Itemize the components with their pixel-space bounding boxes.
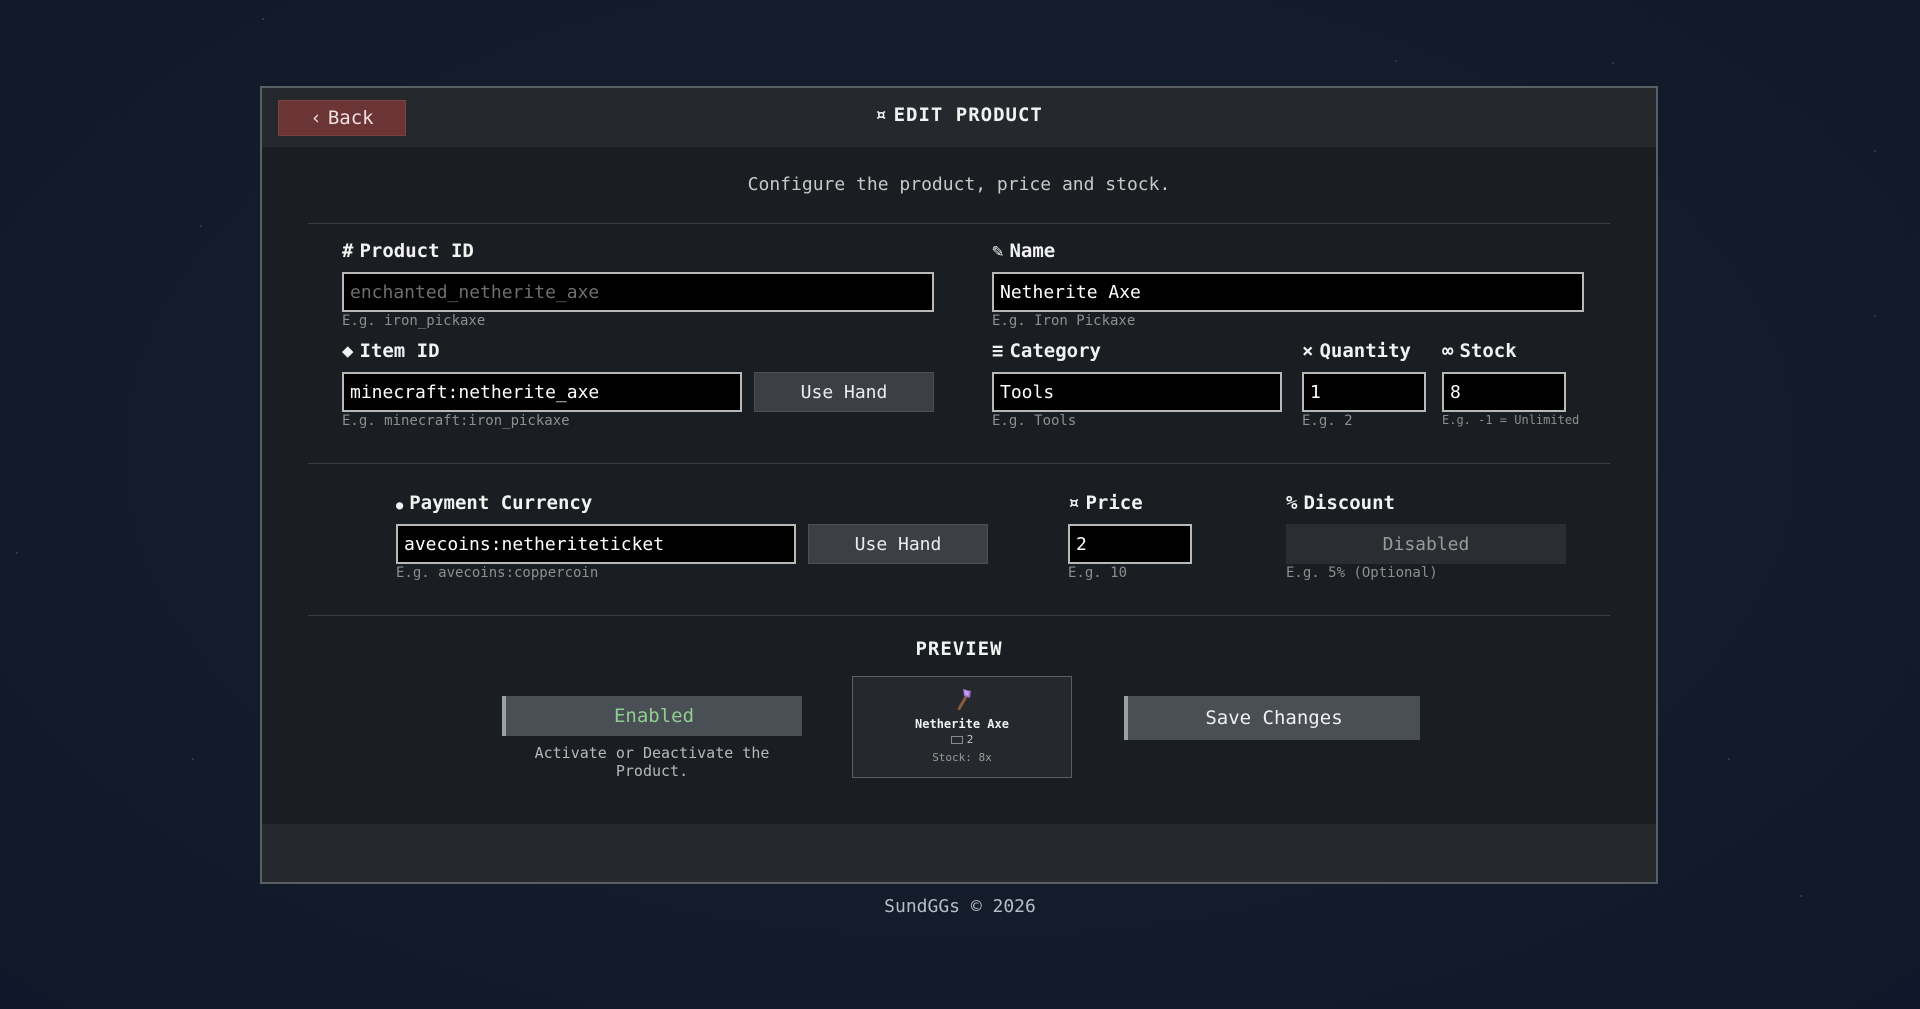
- background-star: [1395, 60, 1397, 62]
- preview-product-name: Netherite Axe: [915, 717, 1009, 731]
- background-star: [1612, 62, 1614, 64]
- preview-price-value: 2: [966, 733, 974, 746]
- item-id-input[interactable]: [342, 372, 742, 412]
- item-id-hint: E.g. minecraft:iron_pickaxe: [342, 413, 570, 429]
- price-label: ¤ Price: [1068, 492, 1143, 514]
- discount-label: % Discount: [1286, 492, 1395, 514]
- enabled-toggle-hint: Activate or Deactivate the Product.: [534, 744, 770, 780]
- product-id-label-text: Product ID: [359, 240, 474, 262]
- page-subtitle: Configure the product, price and stock.: [747, 174, 1171, 195]
- discount-hint: E.g. 5% (Optional): [1286, 565, 1438, 581]
- payment-currency-label-text: Payment Currency: [409, 492, 593, 514]
- payment-currency-label: ● Payment Currency: [396, 492, 592, 514]
- coin-icon: ¤: [875, 104, 888, 126]
- diamond-icon: ◆: [342, 340, 354, 362]
- hash-icon: #: [342, 240, 354, 262]
- enabled-toggle-button[interactable]: Enabled: [502, 696, 802, 736]
- divider: [308, 615, 1610, 616]
- quantity-label: × Quantity: [1302, 340, 1411, 362]
- category-label-text: Category: [1009, 340, 1101, 362]
- page-title-text: EDIT PRODUCT: [893, 104, 1043, 126]
- background-star: [192, 758, 194, 760]
- stock-label: ∞ Stock: [1442, 340, 1517, 362]
- multiply-icon: ×: [1302, 340, 1314, 362]
- name-label: ✎ Name: [992, 240, 1055, 262]
- list-icon: ≡: [992, 340, 1004, 362]
- stock-input[interactable]: [1442, 372, 1566, 412]
- preview-stock: Stock: 8x: [932, 751, 992, 764]
- background-star: [16, 552, 18, 554]
- product-id-input[interactable]: [342, 272, 934, 312]
- edit-product-panel: ‹ Back ¤ EDIT PRODUCT Configure the produ…: [260, 86, 1658, 884]
- payment-currency-use-hand-button[interactable]: Use Hand: [808, 524, 988, 564]
- item-id-use-hand-button[interactable]: Use Hand: [754, 372, 934, 412]
- page-title: ¤ EDIT PRODUCT: [262, 104, 1656, 126]
- percent-icon: %: [1286, 492, 1298, 514]
- preview-title: PREVIEW: [915, 638, 1003, 660]
- background-star: [262, 18, 264, 20]
- price-input[interactable]: [1068, 524, 1192, 564]
- item-id-label: ◆ Item ID: [342, 340, 440, 362]
- name-input[interactable]: [992, 272, 1584, 312]
- discount-label-text: Discount: [1303, 492, 1395, 514]
- ticket-icon: [950, 736, 963, 744]
- category-label: ≡ Category: [992, 340, 1101, 362]
- dot-icon: ●: [396, 498, 404, 512]
- preview-price: 2: [853, 733, 1071, 746]
- name-label-text: Name: [1009, 240, 1056, 262]
- panel-footer: [262, 824, 1656, 882]
- quantity-label-text: Quantity: [1319, 340, 1411, 362]
- save-changes-button[interactable]: Save Changes: [1124, 696, 1420, 740]
- netherite-axe-icon: [957, 689, 971, 711]
- price-hint: E.g. 10: [1068, 565, 1128, 581]
- category-input[interactable]: [992, 372, 1282, 412]
- pencil-icon: ✎: [992, 240, 1004, 262]
- background-star: [1874, 315, 1876, 317]
- product-id-hint: E.g. iron_pickaxe: [342, 313, 486, 329]
- category-hint: E.g. Tools: [992, 413, 1077, 429]
- panel-header: ‹ Back ¤ EDIT PRODUCT: [262, 88, 1656, 147]
- product-preview-card: Netherite Axe 2 Stock: 8x: [852, 676, 1072, 778]
- background-star: [1728, 758, 1730, 760]
- name-hint: E.g. Iron Pickaxe: [992, 313, 1136, 329]
- divider: [308, 223, 1610, 224]
- payment-currency-input[interactable]: [396, 524, 796, 564]
- stock-hint: E.g. -1 = Unlimited: [1442, 413, 1580, 427]
- price-label-text: Price: [1085, 492, 1143, 514]
- infinity-icon: ∞: [1442, 340, 1454, 362]
- stock-label-text: Stock: [1459, 340, 1517, 362]
- item-id-label-text: Item ID: [359, 340, 440, 362]
- discount-disabled-field[interactable]: Disabled: [1286, 524, 1566, 564]
- quantity-input[interactable]: [1302, 372, 1426, 412]
- product-id-label: # Product ID: [342, 240, 474, 262]
- background-star: [200, 225, 202, 227]
- background-star: [1874, 150, 1876, 152]
- divider: [308, 463, 1610, 464]
- quantity-hint: E.g. 2: [1302, 413, 1353, 429]
- coin-icon: ¤: [1068, 492, 1080, 514]
- copyright-text: SundGGs © 2026: [884, 896, 1036, 917]
- payment-currency-hint: E.g. avecoins:coppercoin: [396, 565, 599, 581]
